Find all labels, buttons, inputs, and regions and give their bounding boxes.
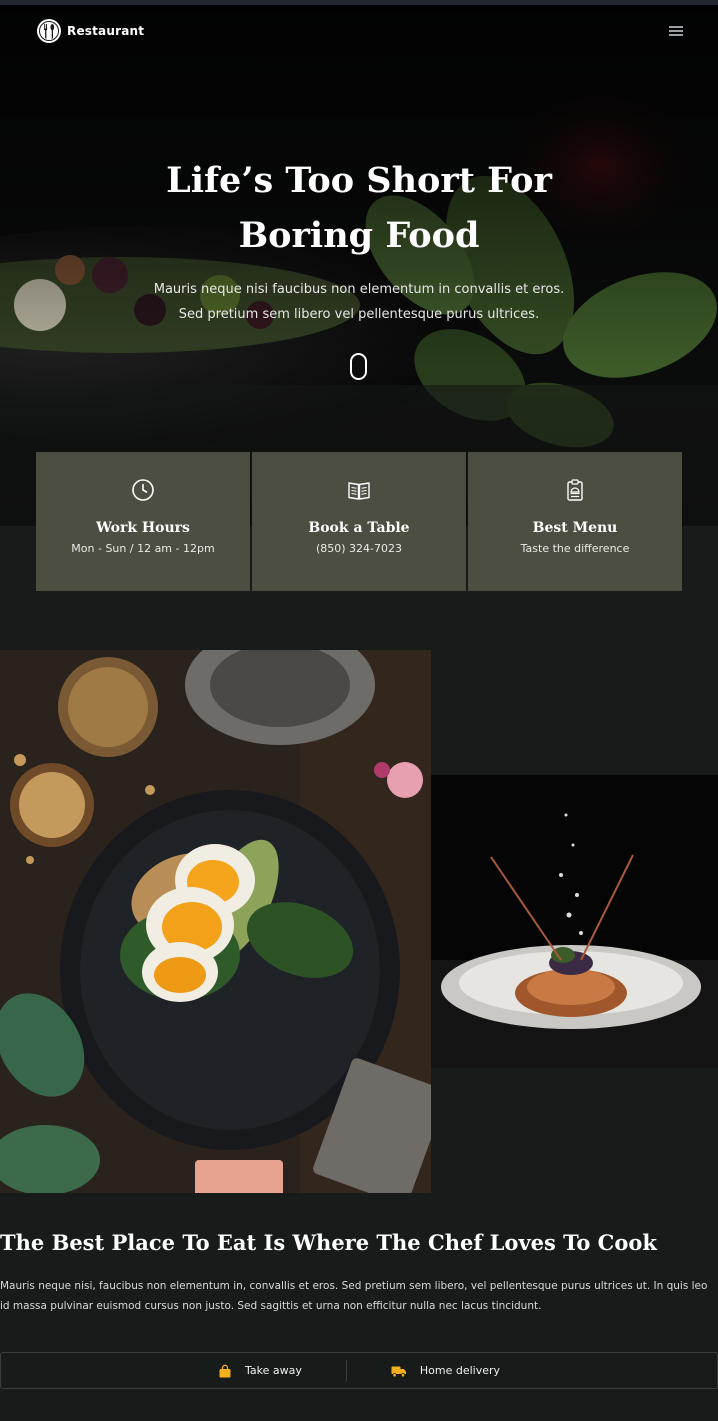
feature-text: (850) 324-7023: [315, 542, 403, 555]
hero-title-line: Life’s Too Short For: [166, 160, 552, 201]
hero-title: Life’s Too Short For Boring Food: [0, 153, 718, 263]
cutlery-icon: [37, 19, 61, 43]
food-photo-eggs: [0, 650, 431, 1193]
service-label: Home delivery: [419, 1364, 501, 1377]
feature-title: Best Menu: [532, 520, 618, 536]
about-text-line: id massa pulvinar euismod cursus non jus…: [0, 1300, 542, 1312]
shopping-bag-icon: [219, 1364, 231, 1377]
about-text: Mauris neque nisi, faucibus non elementu…: [0, 1276, 718, 1316]
hero-section: Restaurant Life’s Too Short For Boring F…: [0, 5, 718, 526]
navbar: Restaurant: [36, 17, 684, 45]
about-text-line: Mauris neque nisi, faucibus non elementu…: [0, 1280, 708, 1292]
eggs-avocado-image: [0, 650, 431, 1193]
service-take-away[interactable]: Take away: [174, 1364, 346, 1378]
feature-text: Mon - Sun / 12 am - 12pm: [71, 542, 215, 555]
feature-boxes: Work Hours Mon - Sun / 12 am - 12pm Book…: [36, 452, 682, 591]
hamburger-menu-icon[interactable]: [668, 24, 684, 38]
open-book-icon: [348, 482, 370, 500]
feature-book-table[interactable]: Book a Table (850) 324-7023: [252, 452, 466, 591]
feature-text: Taste the difference: [520, 542, 630, 555]
delivery-truck-icon: [391, 1366, 406, 1377]
hero-subtitle-line: Sed pretium sem libero vel pellentesque …: [178, 307, 540, 322]
feature-title: Book a Table: [308, 520, 410, 536]
hero-subtitle-line: Mauris neque nisi faucibus non elementum…: [153, 282, 565, 297]
feature-work-hours[interactable]: Work Hours Mon - Sun / 12 am - 12pm: [36, 452, 250, 591]
mouse-scroll-icon[interactable]: [350, 353, 367, 380]
pasta-plate-image: [431, 775, 718, 1068]
hero-title-line: Boring Food: [238, 215, 480, 256]
feature-title: Work Hours: [96, 520, 190, 536]
food-photo-pasta: [431, 775, 718, 1068]
menu-clipboard-icon: [567, 479, 583, 501]
hero-subtitle: Mauris neque nisi faucibus non elementum…: [0, 277, 718, 327]
hero-overlay: [0, 5, 718, 526]
clock-icon: [132, 479, 154, 501]
brand-link[interactable]: Restaurant: [36, 18, 144, 44]
brand-name: Restaurant: [67, 24, 145, 38]
services-bar: Take away Home delivery: [0, 1352, 718, 1389]
service-label: Take away: [244, 1364, 302, 1377]
feature-best-menu[interactable]: Best Menu Taste the difference: [468, 452, 682, 591]
about-title: The Best Place To Eat Is Where The Chef …: [0, 1230, 657, 1255]
service-home-delivery[interactable]: Home delivery: [347, 1364, 544, 1378]
